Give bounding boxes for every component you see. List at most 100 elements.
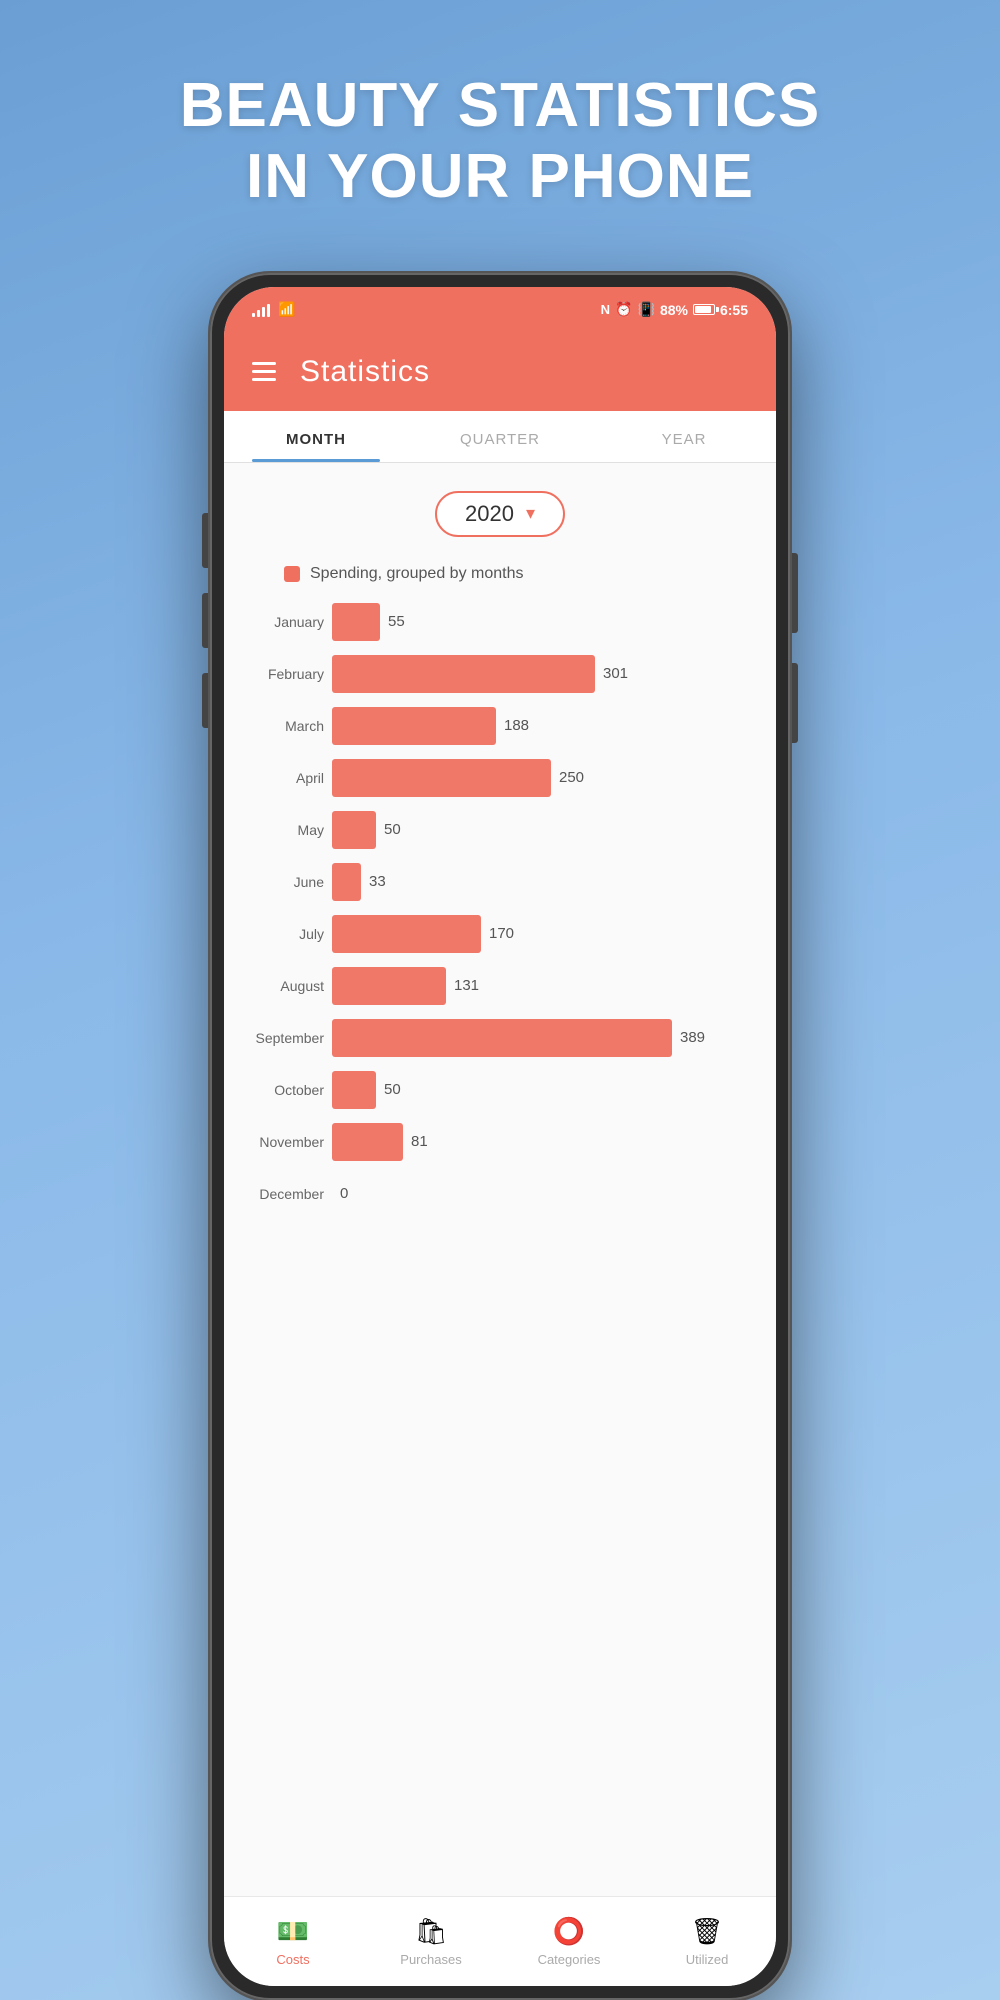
bar-value-label: 250 [559,769,584,786]
bar-fill [332,1123,403,1161]
nav-label-categories: Categories [538,1952,601,1967]
bar-value-label: 81 [411,1133,428,1150]
bar-fill [332,863,361,901]
legend-label: Spending, grouped by months [310,565,523,583]
bar-container: 188 [332,707,752,745]
utilized-icon: 🗑 [690,1916,723,1947]
bar-month-label: January [234,614,324,630]
bar-container: 50 [332,811,752,849]
nav-item-purchases[interactable]: 🛍Purchases [362,1897,500,1986]
phone-mockup: 📶 N ⏰ 📳 88% 6:55 Statistics MONTH Q [210,273,790,2000]
app-header: Statistics [224,333,776,411]
phone-screen: 📶 N ⏰ 📳 88% 6:55 Statistics MONTH Q [224,287,776,1986]
nav-item-categories[interactable]: ⭕ Categories [500,1897,638,1986]
categories-icon: ⭕ [553,1916,585,1947]
chart-legend: Spending, grouped by months [284,565,523,583]
bar-row: September 389 [234,1019,752,1057]
bar-value-label: 55 [388,613,405,630]
battery-icon [693,304,715,315]
bar-value-label: 50 [384,821,401,838]
costs-icon: 💵 [277,1916,309,1947]
status-bar: 📶 N ⏰ 📳 88% 6:55 [224,287,776,333]
bar-fill [332,811,376,849]
hero-title: BEAUTY STATISTICS IN YOUR PHONE [180,70,820,213]
legend-color-dot [284,566,300,582]
bar-chart: January 55 February301 March 188 April 250 May 5… [224,603,776,1227]
bar-row: December 0 [234,1175,752,1213]
bar-container: 131 [332,967,752,1005]
bar-month-label: March [234,718,324,734]
bar-value-label: 50 [384,1081,401,1098]
nfc-icon: N [601,302,610,317]
bar-fill [332,1071,376,1109]
bar-value-label: 389 [680,1029,705,1046]
bar-row: October 50 [234,1071,752,1109]
signal-icon [252,303,270,317]
bar-row: July 170 [234,915,752,953]
purchases-icon: 🛍 [414,1916,447,1947]
battery-percent: 88% [660,302,688,318]
nav-item-utilized[interactable]: 🗑 Utilized [638,1897,776,1986]
bar-month-label: November [234,1134,324,1150]
bar-row: June 33 [234,863,752,901]
bar-row: April 250 [234,759,752,797]
chevron-down-icon: ▾ [526,503,535,524]
year-value: 2020 [465,501,514,527]
nav-item-costs[interactable]: 💵 Costs [224,1897,362,1986]
bar-fill [332,915,481,953]
vibrate-icon: 📳 [638,301,655,318]
bar-value-label: 170 [489,925,514,942]
alarm-icon: ⏰ [615,301,632,318]
bar-fill [332,967,446,1005]
bar-value-label: 0 [340,1185,348,1202]
nav-label-utilized: Utilized [686,1952,729,1967]
bar-value-label: 188 [504,717,529,734]
tab-year[interactable]: YEAR [592,411,776,462]
bar-month-label: April [234,770,324,786]
bar-value-label: 301 [603,665,628,682]
bar-container: 0 [332,1175,752,1213]
year-dropdown[interactable]: 2020 ▾ [435,491,565,537]
bar-container: 33 [332,863,752,901]
bar-month-label: October [234,1082,324,1098]
year-selector: 2020 ▾ [435,491,565,537]
hamburger-menu[interactable] [252,362,276,381]
bar-container: 250 [332,759,752,797]
bar-fill [332,655,595,693]
bar-fill [332,759,551,797]
bar-fill [332,603,380,641]
bottom-nav: 💵 Costs 🛍Purchases ⭕ Categories 🗑 Utilized [224,1896,776,1986]
app-title: Statistics [300,355,430,389]
bar-container: 55 [332,603,752,641]
bar-month-label: December [234,1186,324,1202]
bar-container: 81 [332,1123,752,1161]
bar-container: 389 [332,1019,752,1057]
status-right: N ⏰ 📳 88% 6:55 [601,301,748,318]
bar-month-label: May [234,822,324,838]
bar-month-label: June [234,874,324,890]
bar-container: 301 [332,655,752,693]
bar-container: 50 [332,1071,752,1109]
clock: 6:55 [720,302,748,318]
period-tab-bar: MONTH QUARTER YEAR [224,411,776,463]
wifi-icon: 📶 [278,301,295,318]
bar-row: March 188 [234,707,752,745]
tab-quarter[interactable]: QUARTER [408,411,592,462]
bar-month-label: July [234,926,324,942]
bar-row: August 131 [234,967,752,1005]
bar-row: May 50 [234,811,752,849]
bar-value-label: 33 [369,873,386,890]
tab-month[interactable]: MONTH [224,411,408,462]
bar-value-label: 131 [454,977,479,994]
bar-row: January 55 [234,603,752,641]
bar-month-label: August [234,978,324,994]
bar-container: 170 [332,915,752,953]
bar-row: February301 [234,655,752,693]
content-area: 2020 ▾ Spending, grouped by months Janua… [224,463,776,1896]
bar-fill [332,1019,672,1057]
nav-label-costs: Costs [276,1952,309,1967]
hero-section: BEAUTY STATISTICS IN YOUR PHONE [120,0,880,213]
bar-month-label: September [234,1030,324,1046]
status-left: 📶 [252,301,295,318]
bar-fill [332,707,496,745]
